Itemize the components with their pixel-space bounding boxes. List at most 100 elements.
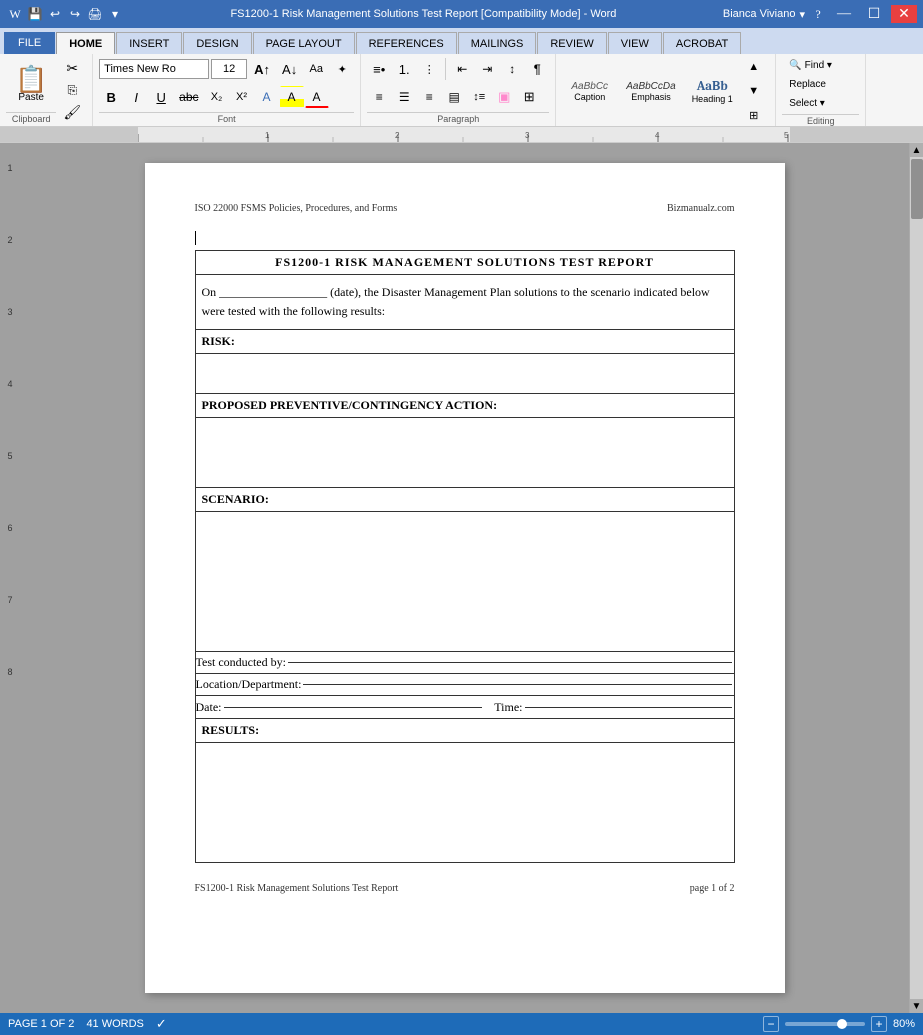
decrease-font-button[interactable]: A↓ <box>277 58 302 80</box>
shading-button[interactable]: ▣ <box>492 86 516 108</box>
scroll-up-button[interactable]: ▲ <box>910 143 923 157</box>
proposed-label-row: PROPOSED PREVENTIVE/CONTINGENCY ACTION: <box>195 394 734 418</box>
quick-print-icon[interactable]: 🖨 <box>86 5 104 23</box>
redo-icon[interactable]: ↪ <box>66 5 84 23</box>
styles-scroll-up[interactable]: ▲ <box>742 56 766 78</box>
help-icon[interactable]: ? <box>809 5 827 23</box>
decrease-indent-button[interactable]: ⇤ <box>450 58 474 80</box>
ribbon-content: 📋 Paste Clipboard ✂ ⎘ 🖌 Times New Ro 12 … <box>0 54 923 126</box>
replace-button[interactable]: Replace <box>782 75 833 93</box>
ruler-marks: 1 2 3 4 5 <box>138 127 790 142</box>
user-dropdown[interactable]: ▾ <box>799 8 805 21</box>
ruler-mark-5: 5 <box>7 451 12 523</box>
copy-button[interactable]: ⎘ <box>58 80 86 100</box>
close-button[interactable]: ✕ <box>891 5 917 23</box>
increase-font-button[interactable]: A↑ <box>249 58 275 80</box>
tab-view[interactable]: VIEW <box>608 32 662 54</box>
style-caption[interactable]: AaBbCc Caption <box>562 78 617 105</box>
sort-button[interactable]: ↕ <box>500 58 524 80</box>
save-icon[interactable]: 💾 <box>26 5 44 23</box>
results-content[interactable] <box>195 743 734 863</box>
underline-button[interactable]: U <box>149 86 173 108</box>
highlight-button[interactable]: A <box>280 86 304 108</box>
tab-home[interactable]: HOME <box>56 32 115 54</box>
ruler-mark-6: 6 <box>7 523 12 595</box>
clipboard-label: Clipboard <box>6 112 56 124</box>
clipboard-group: 📋 Paste Clipboard ✂ ⎘ 🖌 <box>0 54 93 126</box>
styles-more[interactable]: ⊞ <box>742 104 766 126</box>
text-effects-button[interactable]: A <box>255 86 279 108</box>
document-footer: FS1200-1 Risk Management Solutions Test … <box>195 883 735 894</box>
style-emphasis[interactable]: AaBbCcDa Emphasis <box>619 78 682 105</box>
date-label: Date: <box>196 700 222 715</box>
zoom-slider[interactable] <box>785 1022 865 1026</box>
date-time-field: Date: Time: <box>196 696 734 718</box>
scroll-down-button[interactable]: ▼ <box>910 999 923 1013</box>
superscript-button[interactable]: X² <box>230 86 254 108</box>
font-name-input[interactable]: Times New Ro <box>99 59 209 79</box>
ruler-mark-4: 4 <box>7 379 12 451</box>
user-info: Bianca Viviano ▾ <box>723 8 805 21</box>
align-right-button[interactable]: ≡ <box>417 86 441 108</box>
styles-scroll-down[interactable]: ▼ <box>742 80 766 102</box>
scroll-track <box>911 157 923 999</box>
justify-button[interactable]: ▤ <box>442 86 466 108</box>
document-scroll: ISO 22000 FSMS Policies, Procedures, and… <box>20 143 909 1013</box>
select-button[interactable]: Select ▾ <box>782 94 832 112</box>
strikethrough-button[interactable]: abc <box>174 86 203 108</box>
line-spacing-button[interactable]: ↕≡ <box>467 86 491 108</box>
tab-page-layout[interactable]: PAGE LAYOUT <box>253 32 355 54</box>
subscript-button[interactable]: X₂ <box>205 86 229 108</box>
align-center-button[interactable]: ☰ <box>392 86 416 108</box>
italic-button[interactable]: I <box>124 86 148 108</box>
tab-review[interactable]: REVIEW <box>537 32 606 54</box>
tab-design[interactable]: DESIGN <box>183 32 251 54</box>
font-size-input[interactable]: 12 <box>211 59 247 79</box>
clear-formatting-button[interactable]: ✦ <box>330 58 354 80</box>
align-left-button[interactable]: ≡ <box>367 86 391 108</box>
scenario-content[interactable] <box>195 512 734 652</box>
user-name: Bianca Viviano <box>723 8 796 20</box>
minimize-button[interactable]: — <box>831 5 857 23</box>
ribbon-tab-bar: FILE HOME INSERT DESIGN PAGE LAYOUT REFE… <box>0 28 923 54</box>
cut-button[interactable]: ✂ <box>58 58 86 78</box>
proofing-icon[interactable]: ✓ <box>156 1016 167 1032</box>
risk-row: RISK: <box>195 330 734 354</box>
paste-button[interactable]: 📋 Paste <box>6 58 56 110</box>
risk-content[interactable] <box>195 354 734 394</box>
tab-insert[interactable]: INSERT <box>116 32 182 54</box>
conducted-by-label: Test conducted by: <box>196 655 286 670</box>
bullets-button[interactable]: ≡• <box>367 58 391 80</box>
conducted-by-underline <box>288 662 732 663</box>
borders-button[interactable]: ⊞ <box>517 86 541 108</box>
proposed-content[interactable] <box>195 418 734 488</box>
scroll-thumb[interactable] <box>911 159 923 219</box>
format-painter-button[interactable]: 🖌 <box>58 102 86 122</box>
vertical-scrollbar[interactable]: ▲ ▼ <box>909 143 923 1013</box>
style-heading1[interactable]: AaBb Heading 1 <box>685 76 740 107</box>
undo-icon[interactable]: ↩ <box>46 5 64 23</box>
change-case-button[interactable]: Aa <box>304 58 328 80</box>
quick-access-dropdown[interactable]: ▾ <box>106 5 124 23</box>
maximize-button[interactable]: ☐ <box>861 5 887 23</box>
increase-indent-button[interactable]: ⇥ <box>475 58 499 80</box>
zoom-in-button[interactable]: + <box>871 1016 887 1032</box>
bold-button[interactable]: B <box>99 86 123 108</box>
zoom-out-button[interactable]: − <box>763 1016 779 1032</box>
font-row2: B I U abc X₂ X² A A A <box>99 84 354 110</box>
zoom-level: 80% <box>893 1018 915 1030</box>
tab-references[interactable]: REFERENCES <box>356 32 457 54</box>
tab-acrobat[interactable]: ACROBAT <box>663 32 741 54</box>
style-h1-name: Heading 1 <box>692 94 733 104</box>
window-title: FS1200-1 Risk Management Solutions Test … <box>130 8 717 20</box>
tab-file[interactable]: FILE <box>4 32 55 54</box>
find-icon: 🔍 <box>789 60 801 71</box>
find-button[interactable]: 🔍 Find ▾ <box>782 56 839 74</box>
multilevel-list-button[interactable]: ⋮ <box>417 58 441 80</box>
font-color-button[interactable]: A <box>305 86 329 108</box>
cursor-line[interactable] <box>195 230 735 246</box>
tab-mailings[interactable]: MAILINGS <box>458 32 537 54</box>
text-cursor <box>195 231 196 245</box>
numbering-button[interactable]: 1. <box>392 58 416 80</box>
show-formatting-button[interactable]: ¶ <box>525 58 549 80</box>
